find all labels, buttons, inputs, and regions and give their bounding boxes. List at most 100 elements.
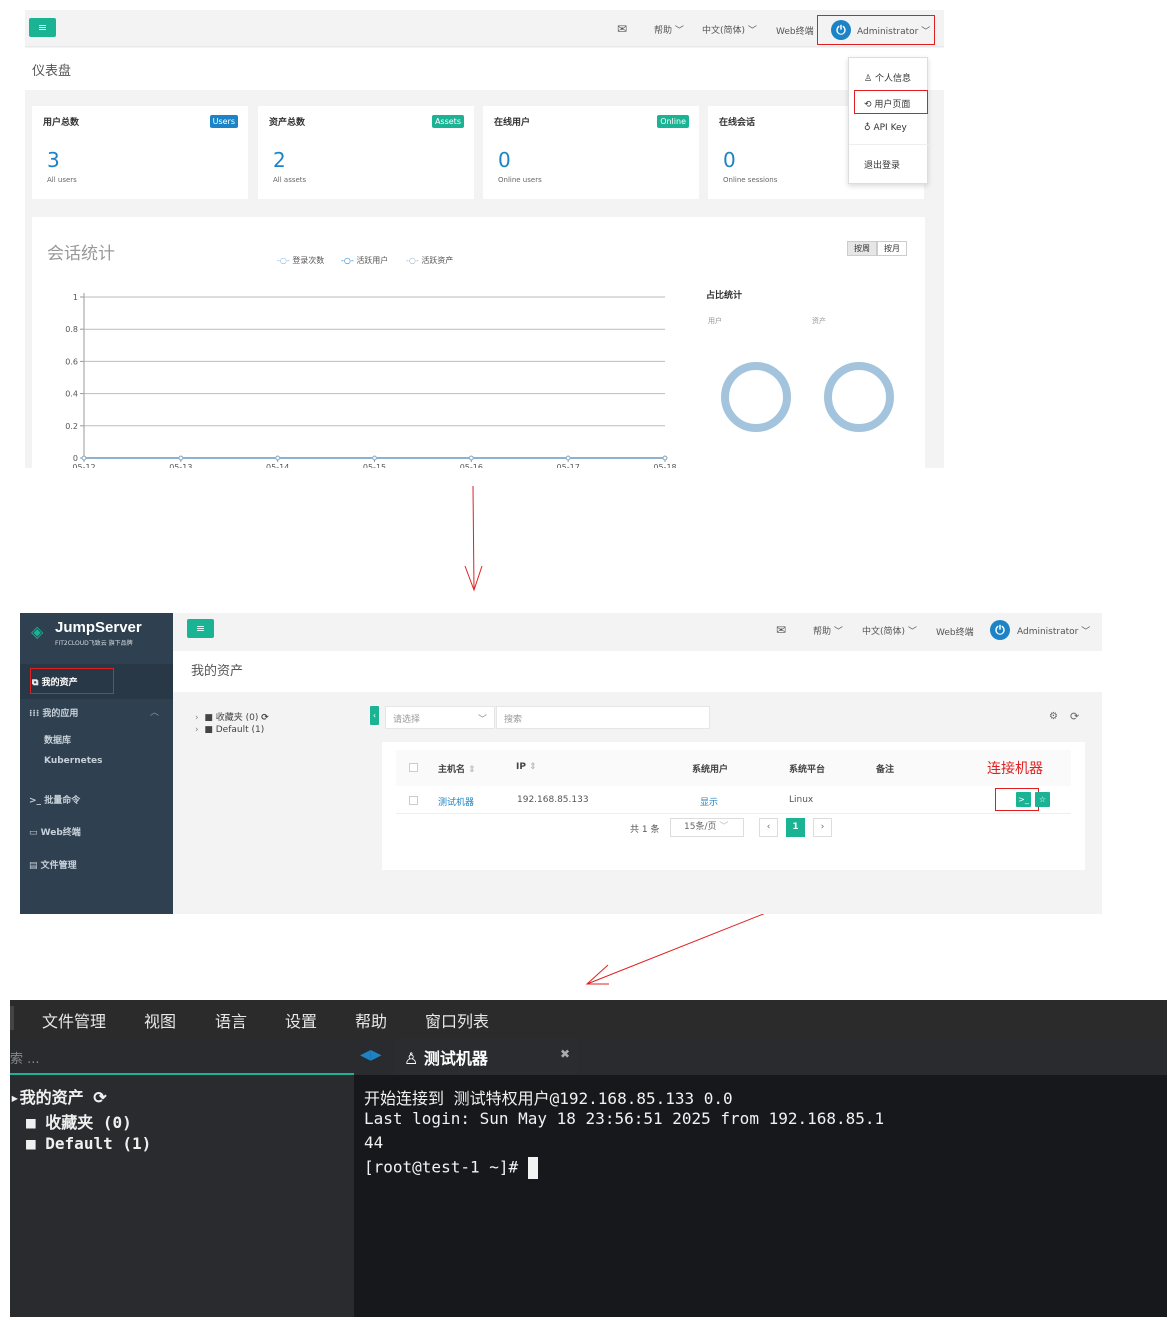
refresh-icon[interactable]: ⟳ xyxy=(1070,710,1079,723)
chevron-right-icon: › xyxy=(820,822,825,832)
linux-icon: ♙ xyxy=(404,1049,419,1068)
web-terminal-link[interactable]: Web终端 xyxy=(936,625,974,638)
apps-icon: ⁝⁝⁝ xyxy=(29,709,40,719)
sort-icon: ⇕ xyxy=(468,765,476,775)
row-checkbox[interactable] xyxy=(409,796,418,805)
page-size-select[interactable]: 15条/页 ﹀ xyxy=(670,818,744,837)
menubar-edge xyxy=(10,1006,14,1030)
menu-window-list[interactable]: 窗口列表 xyxy=(425,1008,489,1032)
column-note: 备注 xyxy=(876,765,895,775)
sidebar-label-text: 文件管理 xyxy=(40,861,77,871)
file-icon: ▤ xyxy=(29,861,38,871)
assets-icon: ⧉ xyxy=(32,678,39,688)
menu-help[interactable]: 帮助 xyxy=(355,1008,387,1032)
column-ip[interactable]: IP ⇕ xyxy=(516,762,537,772)
column-label: 主机名 xyxy=(438,765,466,775)
tree-node-favorites[interactable]: ■ 收藏夹 (0) xyxy=(26,1109,132,1133)
caret-icon: ▸ xyxy=(10,1088,20,1107)
platform-cell: Linux xyxy=(789,795,814,805)
tab-label-text: 测试机器 xyxy=(423,1049,488,1068)
tab-scroll-arrows-icon[interactable]: ◀▶ xyxy=(360,1047,382,1063)
tree-root-my-assets[interactable]: ▸我的资产 ⟳ xyxy=(10,1084,107,1108)
menu-file-manager[interactable]: 文件管理 xyxy=(42,1008,106,1032)
select-all-checkbox[interactable] xyxy=(409,763,418,772)
mail-icon[interactable]: ✉ xyxy=(776,623,786,637)
folder-icon: ■ xyxy=(204,713,213,723)
assets-table-panel: 主机名 ⇕ IP ⇕ 系统用户 系统平台 备注 连接机器 测试机器 192.16… xyxy=(382,742,1085,870)
filter-select[interactable]: 请选择 ﹀ xyxy=(385,706,495,729)
sidebar: ◈ JumpServer FIT2CLOUD飞致云 旗下品牌 ⧉ 我的资产 ⁝⁝… xyxy=(20,613,173,914)
menu-language[interactable]: 语言 xyxy=(215,1008,247,1032)
terminal-line: 开始连接到 测试特权用户@192.168.85.133 0.0 xyxy=(364,1089,733,1108)
tab-test-machine[interactable]: ♙ 测试机器 ✖ xyxy=(394,1038,578,1075)
menu-settings[interactable]: 设置 xyxy=(285,1008,317,1032)
menu-toggle-button[interactable]: ≡ xyxy=(187,619,214,638)
tree-label: 收藏夹 (0) xyxy=(45,1113,132,1132)
down-arrow-line xyxy=(472,485,475,591)
tree-node-default[interactable]: › ■ Default (1) xyxy=(195,725,264,735)
pagination-total: 共 1 条 xyxy=(630,825,660,835)
menu-view[interactable]: 视图 xyxy=(144,1008,176,1032)
terminal-output[interactable]: 开始连接到 测试特权用户@192.168.85.133 0.0 Last log… xyxy=(354,1075,1167,1317)
collapse-tree-button[interactable]: ‹ xyxy=(370,706,379,725)
language-menu[interactable]: 中文(简体) ﹀ xyxy=(862,624,917,637)
next-page-button[interactable]: › xyxy=(813,818,832,837)
terminal-menubar: 文件管理 视图 语言 设置 帮助 窗口列表 xyxy=(10,1000,1167,1038)
refresh-icon[interactable]: ⟳ xyxy=(261,713,269,723)
logo-subtitle: FIT2CLOUD飞致云 旗下品牌 xyxy=(55,640,133,647)
table-row: 测试机器 192.168.85.133 显示 Linux >_ ☆ xyxy=(396,786,1071,814)
table-header xyxy=(396,750,1071,786)
prev-page-button[interactable]: ‹ xyxy=(759,818,778,837)
diagonal-arrow-head xyxy=(585,964,609,985)
connect-terminal-button[interactable]: >_ xyxy=(1016,792,1031,807)
help-label: 帮助 xyxy=(813,627,832,637)
favorite-star-button[interactable]: ☆ xyxy=(1035,792,1050,807)
assets-titlebar: 我的资产 xyxy=(173,651,1102,692)
sidebar-item-my-assets[interactable]: ⧉ 我的资产 xyxy=(20,664,173,699)
tab-bar: ◀▶ ♙ 测试机器 ✖ xyxy=(354,1038,1167,1075)
chevron-down-icon: ﹀ xyxy=(719,822,729,832)
column-system-user: 系统用户 xyxy=(692,765,729,775)
terminal-prompt-line: [root@test-1 ~]# xyxy=(364,1157,538,1179)
asset-tree-pane: 索 ... ▸我的资产 ⟳ ■ 收藏夹 (0) ■ Default (1) xyxy=(10,1038,354,1317)
chevron-right-icon: › xyxy=(195,725,199,735)
assets-topbar: ≡ ✉ 帮助 ﹀ 中文(简体) ﹀ Web终端 ⏻ Administrator … xyxy=(173,613,1102,651)
sidebar-item-kubernetes[interactable]: Kubernetes xyxy=(44,756,102,766)
sidebar-item-database[interactable]: 数据库 xyxy=(44,733,71,746)
sidebar-item-web-terminal[interactable]: ▭ Web终端 xyxy=(29,825,81,838)
page-size-label: 15条/页 xyxy=(684,822,717,832)
search-underline xyxy=(10,1073,354,1075)
column-hostname[interactable]: 主机名 ⇕ xyxy=(438,762,476,775)
chevron-left-icon: ‹ xyxy=(766,822,771,832)
folder-icon: ■ xyxy=(26,1134,36,1153)
chevron-up-icon[interactable]: ︿ xyxy=(150,705,159,718)
chevron-right-icon: › xyxy=(195,713,199,723)
terminal-cursor xyxy=(527,1157,538,1179)
terminal-icon: >_ xyxy=(29,796,42,806)
folder-icon: ■ xyxy=(204,725,213,735)
jumpserver-logo-icon: ◈ xyxy=(31,622,44,641)
logo-title: JumpServer xyxy=(55,619,142,636)
system-user-show-link[interactable]: 显示 xyxy=(700,795,718,808)
web-terminal-screenshot: 文件管理 视图 语言 设置 帮助 窗口列表 索 ... ▸我的资产 ⟳ ■ 收藏… xyxy=(10,1000,1167,1317)
page-number-button[interactable]: 1 xyxy=(786,818,805,837)
sidebar-item-batch-command[interactable]: >_ 批量命令 xyxy=(29,793,80,806)
settings-gear-icon[interactable]: ⚙ xyxy=(1049,711,1058,722)
window-icon: ▭ xyxy=(29,828,38,838)
sidebar-label-text: Web终端 xyxy=(40,828,81,838)
help-menu[interactable]: 帮助 ﹀ xyxy=(813,624,843,637)
search-input[interactable]: 搜索 xyxy=(496,706,710,729)
sidebar-item-my-apps[interactable]: ⁝⁝⁝ 我的应用 xyxy=(29,706,78,719)
hostname-link[interactable]: 测试机器 xyxy=(438,795,474,808)
refresh-icon[interactable]: ⟳ xyxy=(93,1088,106,1107)
user-menu-button[interactable]: Administrator ﹀ xyxy=(1017,624,1090,637)
assets-content: ‹ 请选择 ﹀ 搜索 ⚙ ⟳ 主机名 ⇕ IP ⇕ 系统用户 系统平台 备注 连接… xyxy=(370,692,1085,870)
tree-node-default[interactable]: ■ Default (1) xyxy=(26,1134,151,1153)
sidebar-item-label: ⧉ 我的资产 xyxy=(32,675,78,688)
tree-node-favorites[interactable]: › ■ 收藏夹 (0) ⟳ xyxy=(195,710,269,723)
tree-search-input[interactable]: 索 ... xyxy=(10,1048,40,1067)
close-tab-icon[interactable]: ✖ xyxy=(560,1047,570,1061)
folder-icon: ■ xyxy=(26,1113,36,1132)
sidebar-item-file-manager[interactable]: ▤ 文件管理 xyxy=(29,858,77,871)
sidebar-label-text: 我的资产 xyxy=(41,678,78,688)
